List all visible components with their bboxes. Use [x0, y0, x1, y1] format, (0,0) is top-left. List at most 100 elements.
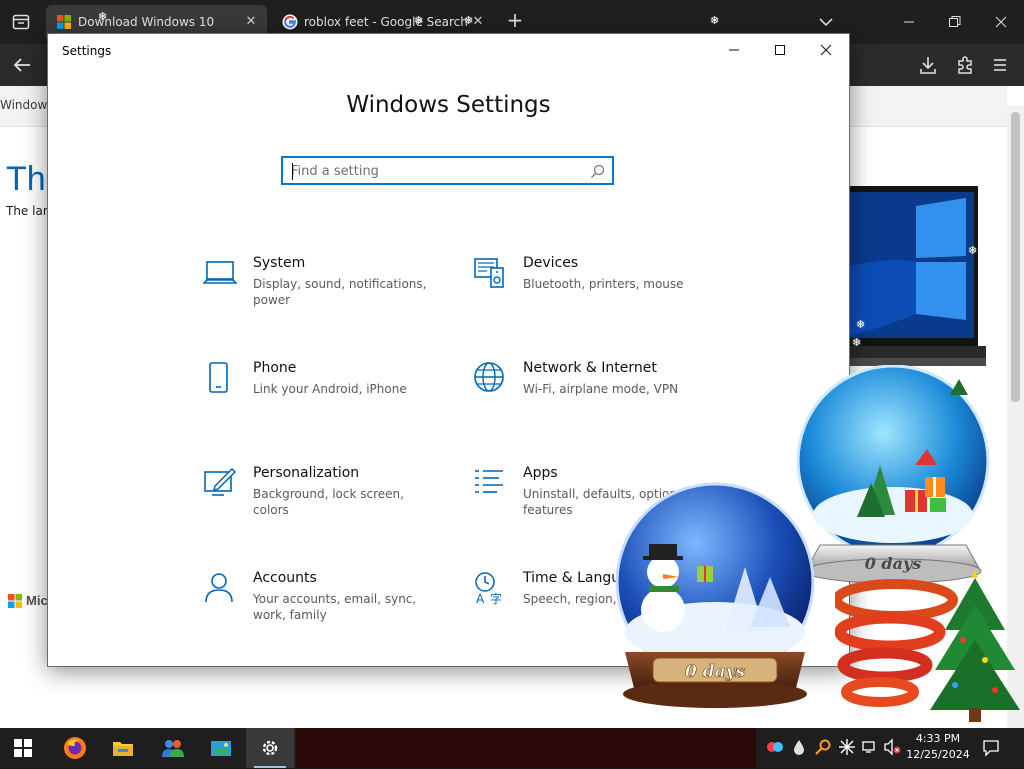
- browser-restore-button[interactable]: [932, 0, 978, 44]
- settings-close-button[interactable]: [803, 34, 849, 66]
- devices-category[interactable]: Devices Bluetooth, printers, mouse: [473, 255, 713, 326]
- download-icon: [920, 57, 936, 74]
- svg-text:A: A: [476, 592, 485, 605]
- snowflake: ❄: [464, 14, 474, 27]
- file-explorer-button[interactable]: [100, 728, 146, 768]
- laptop-icon: [203, 261, 237, 284]
- settings-button[interactable]: [246, 728, 294, 768]
- settings-maximize-button[interactable]: [757, 34, 803, 66]
- category-title: Apps: [523, 465, 558, 481]
- snowflake: ❄: [856, 318, 866, 331]
- photo-app-button[interactable]: [198, 728, 244, 768]
- photo-icon: [211, 741, 231, 756]
- extensions-button[interactable]: [953, 54, 977, 76]
- category-description: Your accounts, email, sync, work, family: [253, 592, 417, 622]
- taskbar-wallpaper: [296, 728, 756, 768]
- new-tab-button[interactable]: +: [504, 10, 526, 32]
- clock-date: 12/25/2024: [906, 748, 970, 761]
- minimize-icon: [904, 21, 914, 23]
- google-icon: [282, 14, 298, 30]
- snowflake: ❄: [852, 336, 862, 349]
- tray-app-icon[interactable]: [766, 738, 784, 756]
- footer-brand-text: Mic: [26, 593, 48, 608]
- category-description: Display, sound, notifications, power: [253, 277, 427, 307]
- page-title: Windows Settings: [346, 92, 551, 118]
- clock-time: 4:33 PM: [915, 732, 961, 745]
- windows-flag-icon: [57, 15, 71, 29]
- category-title: Personalization: [253, 465, 360, 481]
- search-key-icon[interactable]: [814, 738, 832, 756]
- category-description: Wi-Fi, airplane mode, VPN: [523, 382, 679, 396]
- firefox-icon: [64, 737, 86, 759]
- back-arrow-icon: [13, 58, 30, 72]
- close-icon: [995, 16, 1007, 28]
- globe-icon: [474, 362, 504, 392]
- chevron-down-icon: [819, 18, 833, 27]
- system-category[interactable]: System Display, sound, notifications, po…: [203, 255, 443, 326]
- volume-muted-icon[interactable]: [883, 738, 901, 756]
- snowflake: ❄: [414, 14, 424, 27]
- category-description: Link your Android, iPhone: [253, 382, 407, 396]
- snowflake: ❄: [710, 14, 720, 27]
- close-icon: [820, 44, 832, 56]
- folder-icon: [113, 742, 133, 756]
- snow-globe-snowman-widget[interactable]: 0 days: [605, 482, 830, 717]
- tab-manager-icon: [12, 14, 30, 30]
- back-button[interactable]: [10, 54, 34, 76]
- phone-category[interactable]: Phone Link your Android, iPhone: [203, 360, 443, 431]
- gear-icon: [262, 740, 278, 756]
- downloads-button[interactable]: [916, 54, 940, 76]
- tab-close-icon[interactable]: ✕: [243, 14, 259, 30]
- windows-logo-icon: [14, 739, 32, 757]
- search-input[interactable]: [291, 161, 581, 181]
- christmas-tree-decoration: [835, 570, 1020, 722]
- network-category[interactable]: Network & Internet Wi-Fi, airplane mode,…: [473, 360, 713, 431]
- tab-manager-button[interactable]: [0, 0, 42, 44]
- start-button[interactable]: [0, 728, 46, 768]
- personalization-category[interactable]: Personalization Background, lock screen,…: [203, 465, 443, 536]
- category-description: Bluetooth, printers, mouse: [523, 277, 684, 291]
- settings-minimize-button[interactable]: [711, 34, 757, 66]
- browser-close-button[interactable]: [978, 0, 1024, 44]
- phone-icon: [209, 362, 228, 393]
- people-icon: [162, 740, 184, 757]
- category-title: Accounts: [253, 570, 317, 586]
- taskbar: 4:33 PM 12/25/2024: [0, 728, 1024, 768]
- microsoft-logo-icon: [8, 594, 22, 608]
- search-box[interactable]: [281, 156, 614, 185]
- taskbar-clock[interactable]: 4:33 PM 12/25/2024: [900, 731, 976, 763]
- category-title: Network & Internet: [523, 360, 657, 376]
- globe-label: 0 days: [685, 662, 746, 682]
- app-menu-button[interactable]: [988, 54, 1012, 76]
- snowflake: ❄: [968, 244, 978, 257]
- svg-text:字: 字: [490, 591, 502, 605]
- person-icon: [205, 573, 233, 603]
- time-language-icon: A 字: [475, 572, 502, 605]
- water-drop-icon[interactable]: [790, 738, 808, 756]
- network-icon[interactable]: [861, 738, 879, 756]
- category-description: Background, lock screen, colors: [253, 487, 404, 517]
- list-all-tabs-button[interactable]: [816, 12, 836, 32]
- accounts-category[interactable]: Accounts Your accounts, email, sync, wor…: [203, 570, 443, 641]
- laptop-image: [846, 186, 986, 366]
- notifications-icon[interactable]: [982, 739, 1000, 757]
- people-app-button[interactable]: [150, 728, 196, 768]
- window-title: Settings: [62, 44, 112, 58]
- browser-minimize-button[interactable]: [886, 0, 932, 44]
- category-title: Devices: [523, 255, 579, 271]
- devices-icon: [474, 258, 504, 288]
- minimize-icon: [729, 49, 739, 51]
- scrollbar-thumb[interactable]: [1011, 112, 1020, 402]
- snowflake-tray-icon[interactable]: [838, 738, 856, 756]
- settings-title-bar[interactable]: Settings: [48, 34, 849, 66]
- restore-icon: [949, 16, 961, 27]
- tab-title: roblox feet - Google Search: [304, 15, 468, 29]
- text-caret: [292, 163, 293, 180]
- breadcrumb[interactable]: Windows: [0, 98, 54, 112]
- firefox-button[interactable]: [52, 728, 98, 768]
- snowflake: ❄: [98, 10, 108, 23]
- search-icon[interactable]: [590, 164, 605, 179]
- extensions-icon: [958, 56, 972, 74]
- category-title: System: [253, 255, 306, 271]
- apps-list-icon: [475, 470, 503, 493]
